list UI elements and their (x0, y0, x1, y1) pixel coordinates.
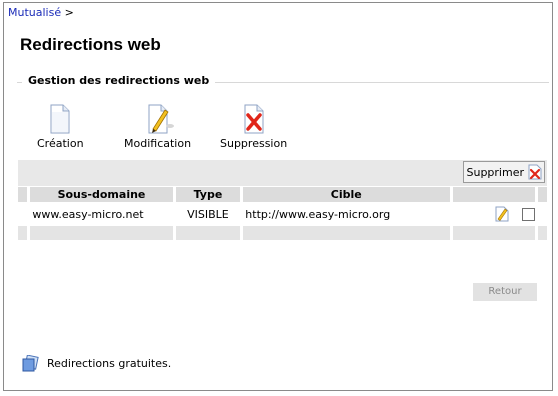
delete-selected-label: Supprimer (466, 165, 524, 179)
table-row: www.easy-micro.net VISIBLE http://www.ea… (18, 202, 547, 226)
redirection-icon (22, 355, 39, 372)
table-toolbar: Supprimer (18, 160, 547, 186)
cell-row-actions (451, 202, 536, 226)
cell-target: http://www.easy-micro.org (245, 207, 391, 221)
cell-subdomain: www.easy-micro.net (32, 207, 144, 221)
breadcrumb-link-mutualise[interactable]: Mutualisé (8, 6, 61, 19)
delete-label: Suppression (220, 137, 288, 150)
back-button[interactable]: Retour (473, 283, 537, 301)
section-title: Gestion des redirections web (22, 74, 216, 87)
header-type: Type (174, 187, 243, 202)
edit-action[interactable]: Modification (124, 104, 191, 150)
header-target: Cible (241, 187, 453, 202)
table-header-row: Sous-domaine Type Cible (18, 187, 547, 202)
header-actions (451, 187, 539, 202)
header-subdomain: Sous-domaine (28, 187, 177, 202)
page-title: Redirections web (20, 35, 161, 54)
cell-type: VISIBLE (187, 207, 229, 221)
header-edge-right (536, 187, 547, 202)
delete-selected-button[interactable]: Supprimer (463, 161, 545, 183)
free-redirections-link[interactable]: Redirections gratuites. (22, 355, 171, 372)
create-label: Création (37, 137, 84, 150)
breadcrumb-separator: > (64, 6, 74, 19)
delete-document-icon (244, 104, 264, 134)
table-footer-row (18, 226, 547, 240)
new-document-icon (50, 104, 70, 134)
header-edge-left (18, 187, 30, 202)
edit-document-icon (148, 104, 174, 134)
free-redirections-label: Redirections gratuites. (47, 357, 172, 370)
edit-label: Modification (124, 137, 192, 150)
delete-action[interactable]: Suppression (220, 104, 287, 150)
redirections-table: Sous-domaine Type Cible www.easy-micro.n… (18, 187, 547, 240)
delete-doc-small-icon (528, 164, 542, 180)
row-edit-icon[interactable] (495, 206, 509, 222)
breadcrumb: Mutualisé > (8, 6, 74, 19)
row-select-checkbox[interactable] (521, 207, 535, 221)
create-action[interactable]: Création (37, 104, 84, 150)
